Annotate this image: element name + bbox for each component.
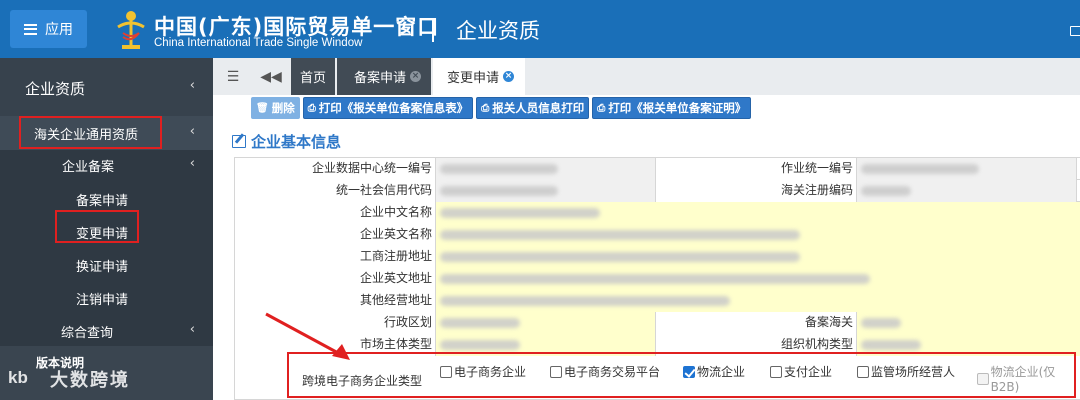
chevron-left-icon: ‹ bbox=[189, 156, 195, 171]
field-label: 企业英文地址 bbox=[235, 268, 436, 290]
delete-button[interactable]: 🗑 删除 bbox=[251, 97, 300, 119]
page-title: 企业资质 bbox=[456, 19, 540, 43]
center-code-value bbox=[436, 158, 656, 180]
record-customs-input[interactable] bbox=[857, 312, 1080, 334]
section-heading: 企业基本信息 bbox=[232, 131, 341, 152]
site-title-en: China International Trade Single Window bbox=[154, 37, 363, 49]
tab-home[interactable]: 首页 bbox=[291, 58, 335, 95]
district-input[interactable] bbox=[436, 312, 656, 334]
form-row: 企业中文名称 bbox=[235, 202, 1080, 224]
print-staff-info-button[interactable]: ⎙ 报关人员信息打印 bbox=[476, 97, 590, 119]
menu-toggle-icon[interactable]: ☰ bbox=[223, 58, 243, 95]
app-menu-button[interactable]: 应用 bbox=[10, 10, 87, 48]
sidebar-item-cancel-apply[interactable]: 注销申请 bbox=[0, 285, 213, 311]
highlight-box bbox=[55, 210, 139, 243]
checkbox[interactable] bbox=[770, 365, 782, 378]
hamburger-icon bbox=[24, 23, 37, 35]
form-row: 其他经营地址 bbox=[235, 290, 1080, 312]
tab-bar: ☰ ◀◀ 首页 备案申请 × 变更申请 × bbox=[213, 58, 1080, 95]
customs-emblem-logo bbox=[117, 11, 145, 49]
form-row: 企业数据中心统一编号 作业统一编号 bbox=[235, 158, 1080, 180]
chevron-left-icon: ‹ bbox=[189, 322, 195, 337]
credit-code-value bbox=[436, 180, 656, 202]
form-row: 企业英文地址 bbox=[235, 268, 1080, 290]
field-label: 企业数据中心统一编号 bbox=[235, 158, 436, 180]
close-icon[interactable]: × bbox=[410, 71, 422, 82]
field-label: 企业英文名称 bbox=[235, 224, 436, 246]
checkbox-logistics-b2b[interactable]: 物流企业(仅B2B) bbox=[977, 363, 1080, 394]
app-button-label: 应用 bbox=[45, 22, 73, 38]
top-header: 应用 中国(广东)国际贸易单一窗口 China International Tr… bbox=[0, 0, 1080, 58]
field-label: 工商注册地址 bbox=[235, 246, 436, 268]
customs-code-value bbox=[857, 180, 1077, 202]
job-code-value bbox=[857, 158, 1077, 180]
print-record-cert-button[interactable]: ⎙ 打印《报关单位备案证明》 bbox=[592, 97, 752, 119]
close-icon[interactable]: × bbox=[503, 71, 515, 82]
other-address-input[interactable] bbox=[436, 290, 1080, 312]
sidebar-section-qualification[interactable]: 企业资质 ‹ bbox=[0, 58, 213, 116]
sidebar-item-query[interactable]: 综合查询 ‹ bbox=[0, 320, 213, 342]
print-icon: ⎙ bbox=[481, 102, 490, 114]
checkbox-payment[interactable]: 支付企业 bbox=[770, 363, 832, 380]
field-label: 作业统一编号 bbox=[656, 158, 857, 180]
watermark-logo: kb bbox=[8, 368, 28, 387]
watermark-text: 大数跨境 bbox=[50, 370, 130, 391]
checkbox-disabled[interactable] bbox=[977, 372, 989, 385]
reg-address-input[interactable] bbox=[436, 246, 1080, 268]
ecommerce-type-label: 跨境电子商务企业类型 bbox=[302, 374, 423, 388]
checkbox[interactable] bbox=[440, 365, 452, 378]
sidebar: 企业资质 ‹ 海关企业通用资质 ‹ 企业备案 ‹ 备案申请 变更申请 换证申请 … bbox=[0, 58, 213, 400]
sidebar-subgroup-record[interactable]: 企业备案 ‹ bbox=[0, 154, 213, 180]
checkbox-ecommerce-platform[interactable]: 电子商务交易平台 bbox=[550, 363, 660, 380]
field-label: 统一社会信用代码 bbox=[235, 180, 436, 202]
cn-name-input[interactable] bbox=[436, 202, 1080, 224]
watermark: kb 大数跨境 bbox=[0, 346, 213, 400]
print-icon: ⎙ bbox=[597, 102, 606, 114]
sidebar-footer: 版本说明 kb 大数跨境 bbox=[0, 346, 213, 400]
en-name-input[interactable] bbox=[436, 224, 1080, 246]
form-row: 企业英文名称 bbox=[235, 224, 1080, 246]
sidebar-item-renew-apply[interactable]: 换证申请 bbox=[0, 252, 213, 278]
print-icon: ⎙ bbox=[307, 102, 316, 114]
field-label: 其他经营地址 bbox=[235, 290, 436, 312]
form-row: 工商注册地址 bbox=[235, 246, 1080, 268]
edit-icon bbox=[232, 135, 246, 148]
checkbox-checked[interactable] bbox=[683, 365, 695, 378]
field-label: 海关注册编码 bbox=[656, 180, 857, 202]
field-label: 企业中文名称 bbox=[235, 202, 436, 224]
print-record-info-button[interactable]: ⎙ 打印《报关单位备案信息表》 bbox=[302, 97, 474, 119]
checkbox-supervision-operator[interactable]: 监管场所经营人 bbox=[857, 363, 955, 380]
en-address-input[interactable] bbox=[436, 268, 1080, 290]
chevron-left-icon: ‹ bbox=[189, 124, 195, 139]
checkbox[interactable] bbox=[550, 365, 562, 378]
sidebar-group-customs[interactable]: 海关企业通用资质 ‹ bbox=[0, 116, 213, 150]
trash-icon: 🗑 bbox=[256, 102, 269, 114]
tab-change-apply[interactable]: 变更申请 × bbox=[433, 58, 525, 95]
checkbox-logistics[interactable]: 物流企业 bbox=[683, 363, 745, 380]
action-toolbar: 🗑 删除 ⎙ 打印《报关单位备案信息表》 ⎙ 报关人员信息打印 ⎙ 打印《报关单… bbox=[251, 97, 752, 119]
scroll-left-icon[interactable]: ◀◀ bbox=[260, 58, 282, 95]
form-row: 统一社会信用代码 海关注册编码 bbox=[235, 180, 1080, 202]
checkbox[interactable] bbox=[857, 365, 869, 378]
checkbox-ecommerce-company[interactable]: 电子商务企业 bbox=[440, 363, 526, 380]
title-divider bbox=[432, 18, 434, 42]
sidebar-item-record-apply[interactable]: 备案申请 bbox=[0, 186, 213, 212]
field-label: 备案海关 bbox=[656, 312, 857, 334]
chevron-left-icon: ‹ bbox=[189, 78, 195, 93]
red-arrow-annotation bbox=[265, 312, 350, 360]
tab-record-apply[interactable]: 备案申请 × bbox=[337, 58, 431, 95]
mail-icon[interactable] bbox=[1070, 26, 1080, 36]
